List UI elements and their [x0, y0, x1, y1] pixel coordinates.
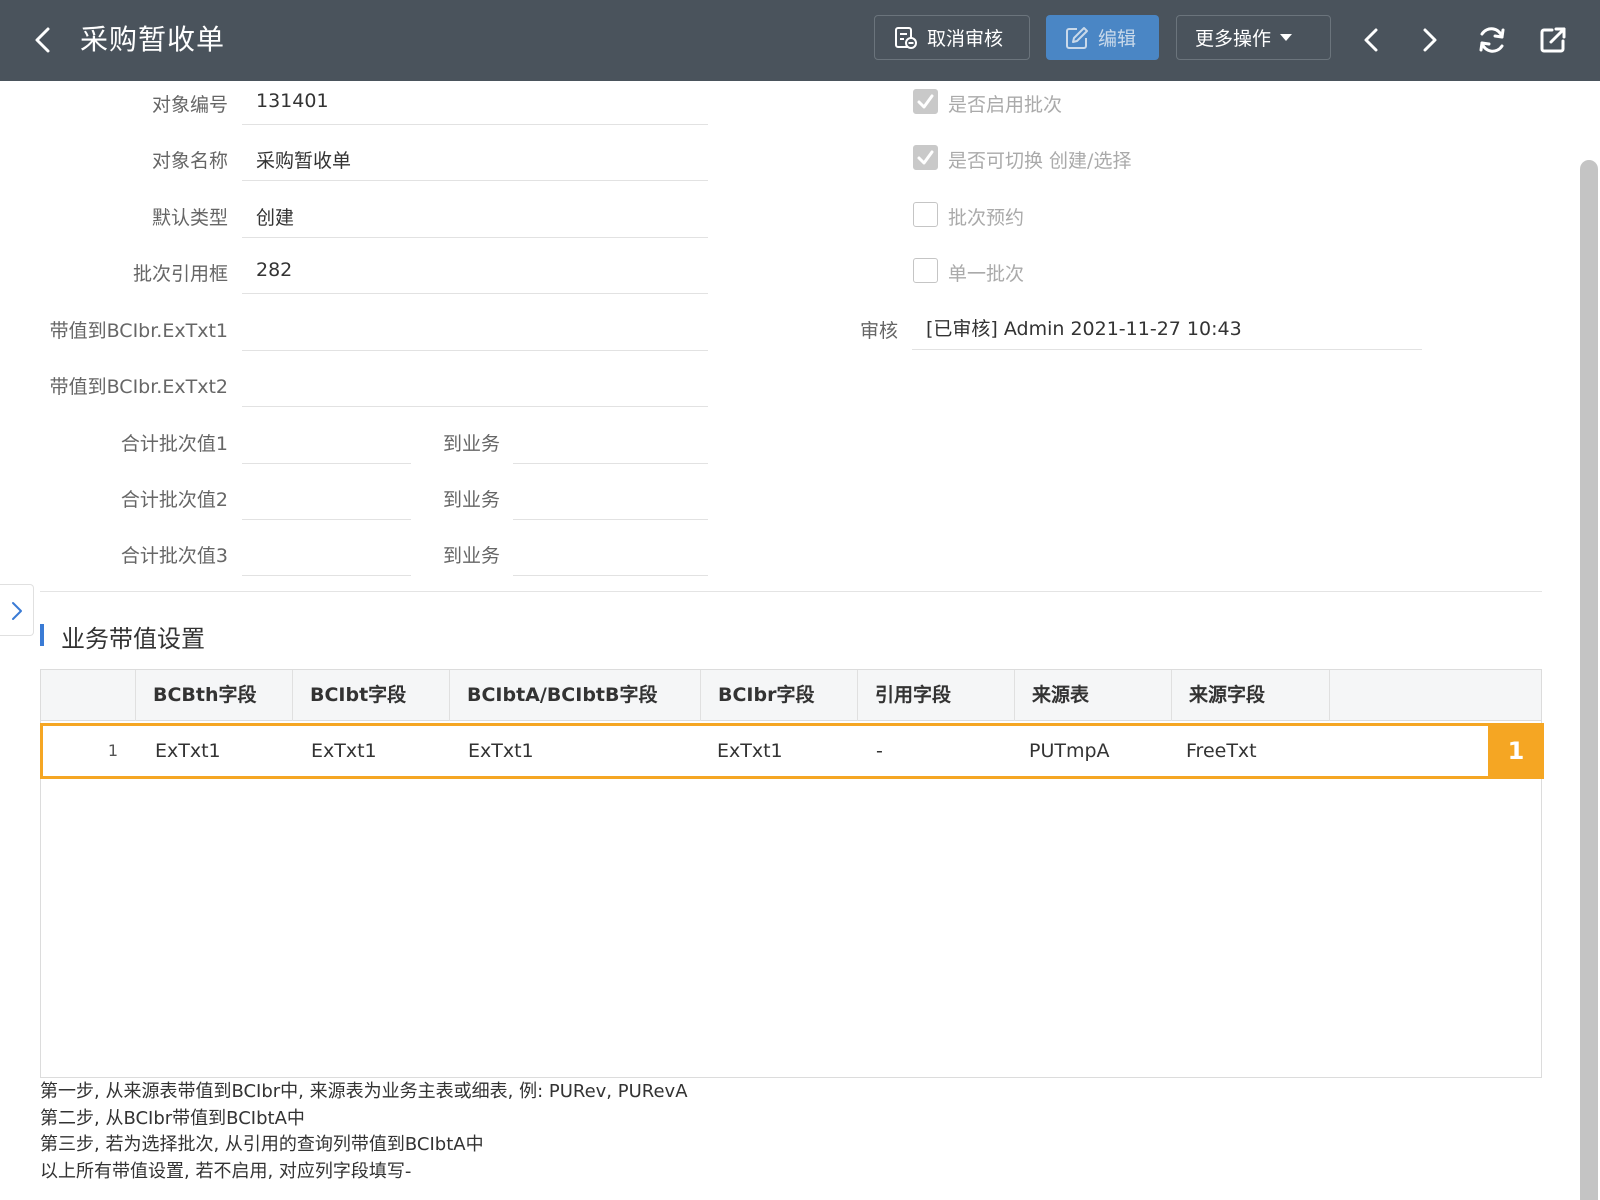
next-record-icon[interactable] — [1412, 22, 1448, 58]
instructions-notes: 第一步, 从来源表带值到BCIbr中, 来源表为业务主表或细表, 例: PURe… — [40, 1079, 688, 1185]
edit-button[interactable]: 编辑 — [1046, 15, 1159, 60]
column-header[interactable]: 引用字段 — [858, 670, 1015, 721]
column-header[interactable]: 来源表 — [1015, 670, 1172, 721]
row-number-header — [41, 670, 136, 721]
total-batch-3-label: 合计批次值3 — [120, 545, 228, 567]
audit-value: [已审核] Admin 2021-11-27 10:43 — [926, 318, 1242, 340]
value-settings-grid: BCBth字段 BCIbt字段 BCIbtA/BCIbtB字段 BCIbr字段 … — [40, 669, 1544, 1078]
section-title: 业务带值设置 — [61, 625, 205, 653]
grid-header: BCBth字段 BCIbt字段 BCIbtA/BCIbtB字段 BCIbr字段 … — [41, 670, 1541, 721]
bring-value-2-field[interactable] — [242, 406, 708, 407]
object-name-label: 对象名称 — [151, 150, 228, 172]
to-business-1-label: 到业务 — [442, 433, 500, 455]
top-bar: 采购暂收单 取消审核 编辑 更多操作 — [0, 0, 1600, 81]
to-business-2-field[interactable] — [513, 519, 708, 520]
table-cell[interactable]: - — [876, 726, 883, 776]
edit-label: 编辑 — [1098, 28, 1137, 50]
object-code-label: 对象编号 — [151, 94, 228, 116]
row-number: 1 — [107, 741, 118, 760]
object-code-field[interactable] — [242, 124, 708, 125]
default-type-label: 默认类型 — [151, 207, 228, 229]
to-business-3-label: 到业务 — [442, 545, 500, 567]
to-business-3-field[interactable] — [513, 575, 708, 576]
note-line: 第二步, 从BCIbr带值到BCIbtA中 — [40, 1107, 305, 1129]
table-cell[interactable]: ExTxt1 — [311, 726, 377, 776]
bring-value-1-field[interactable] — [242, 350, 708, 351]
audit-label: 审核 — [859, 320, 898, 342]
batch-reservation-label: 批次预约 — [948, 207, 1025, 229]
object-code-value: 131401 — [256, 90, 329, 112]
to-business-2-label: 到业务 — [442, 489, 500, 511]
single-batch-checkbox[interactable] — [913, 258, 938, 283]
batch-ref-box-field[interactable] — [242, 293, 708, 294]
audit-doc-icon — [895, 26, 917, 49]
enable-batch-label: 是否启用批次 — [948, 94, 1063, 116]
column-header[interactable]: 来源字段 — [1172, 670, 1330, 721]
row-highlight-badge: 1 — [1488, 723, 1544, 779]
default-type-field[interactable] — [242, 237, 708, 238]
page-title: 采购暂收单 — [80, 23, 226, 56]
cancel-audit-button[interactable]: 取消审核 — [874, 15, 1030, 60]
table-cell[interactable]: ExTxt1 — [717, 726, 783, 776]
chevron-right-icon — [12, 602, 22, 620]
total-batch-1-field[interactable] — [242, 463, 411, 464]
sidebar-expand-tab[interactable] — [0, 584, 34, 636]
back-arrow-icon[interactable] — [28, 22, 56, 58]
section-accent-bar — [40, 624, 44, 646]
total-batch-2-field[interactable] — [242, 519, 411, 520]
section-divider — [40, 591, 1542, 592]
audit-field — [912, 349, 1422, 350]
check-icon — [917, 94, 934, 109]
batch-reservation-checkbox[interactable] — [913, 202, 938, 227]
column-header[interactable]: BCIbtA/BCIbtB字段 — [450, 670, 701, 721]
switchable-create-select-label: 是否可切换 创建/选择 — [948, 150, 1132, 172]
table-cell[interactable]: FreeTxt — [1186, 726, 1257, 776]
column-header[interactable]: BCIbt字段 — [293, 670, 450, 721]
caret-down-icon — [1280, 33, 1293, 41]
table-cell[interactable]: PUTmpA — [1029, 726, 1110, 776]
refresh-icon[interactable] — [1474, 22, 1510, 58]
table-row[interactable]: 1 ExTxt1 ExTxt1 ExTxt1 ExTxt1 - PUTmpA F… — [40, 723, 1544, 779]
batch-ref-box-label: 批次引用框 — [132, 263, 228, 285]
bring-value-2-label: 带值到BCIbr.ExTxt2 — [49, 376, 228, 398]
open-external-icon[interactable] — [1535, 22, 1571, 58]
vertical-scrollbar[interactable] — [1580, 160, 1598, 1200]
table-cell[interactable]: ExTxt1 — [468, 726, 534, 776]
table-cell[interactable]: ExTxt1 — [155, 726, 221, 776]
single-batch-label: 单一批次 — [948, 263, 1025, 285]
bring-value-1-label: 带值到BCIbr.ExTxt1 — [49, 320, 228, 342]
total-batch-2-label: 合计批次值2 — [120, 489, 228, 511]
total-batch-3-field[interactable] — [242, 575, 411, 576]
note-line: 以上所有带值设置, 若不启用, 对应列字段填写- — [40, 1160, 412, 1182]
switchable-create-select-checkbox[interactable] — [913, 145, 938, 170]
more-actions-label: 更多操作 — [1195, 28, 1272, 50]
total-batch-1-label: 合计批次值1 — [120, 433, 228, 455]
note-line: 第三步, 若为选择批次, 从引用的查询列带值到BCIbtA中 — [40, 1134, 484, 1155]
default-type-value: 创建 — [256, 207, 295, 229]
more-actions-dropdown[interactable]: 更多操作 — [1176, 15, 1331, 60]
column-header[interactable]: BCBth字段 — [136, 670, 293, 721]
note-line: 第一步, 从来源表带值到BCIbr中, 来源表为业务主表或细表, 例: PURe… — [40, 1081, 688, 1102]
prev-record-icon[interactable] — [1353, 22, 1389, 58]
to-business-1-field[interactable] — [513, 463, 708, 464]
column-header[interactable]: BCIbr字段 — [701, 670, 858, 721]
object-name-field[interactable] — [242, 180, 708, 181]
batch-ref-box-value: 282 — [256, 259, 293, 281]
edit-icon — [1066, 26, 1088, 49]
enable-batch-checkbox[interactable] — [913, 89, 938, 114]
cancel-audit-label: 取消审核 — [927, 28, 1004, 50]
object-name-value: 采购暂收单 — [256, 150, 352, 172]
check-icon — [917, 150, 934, 165]
